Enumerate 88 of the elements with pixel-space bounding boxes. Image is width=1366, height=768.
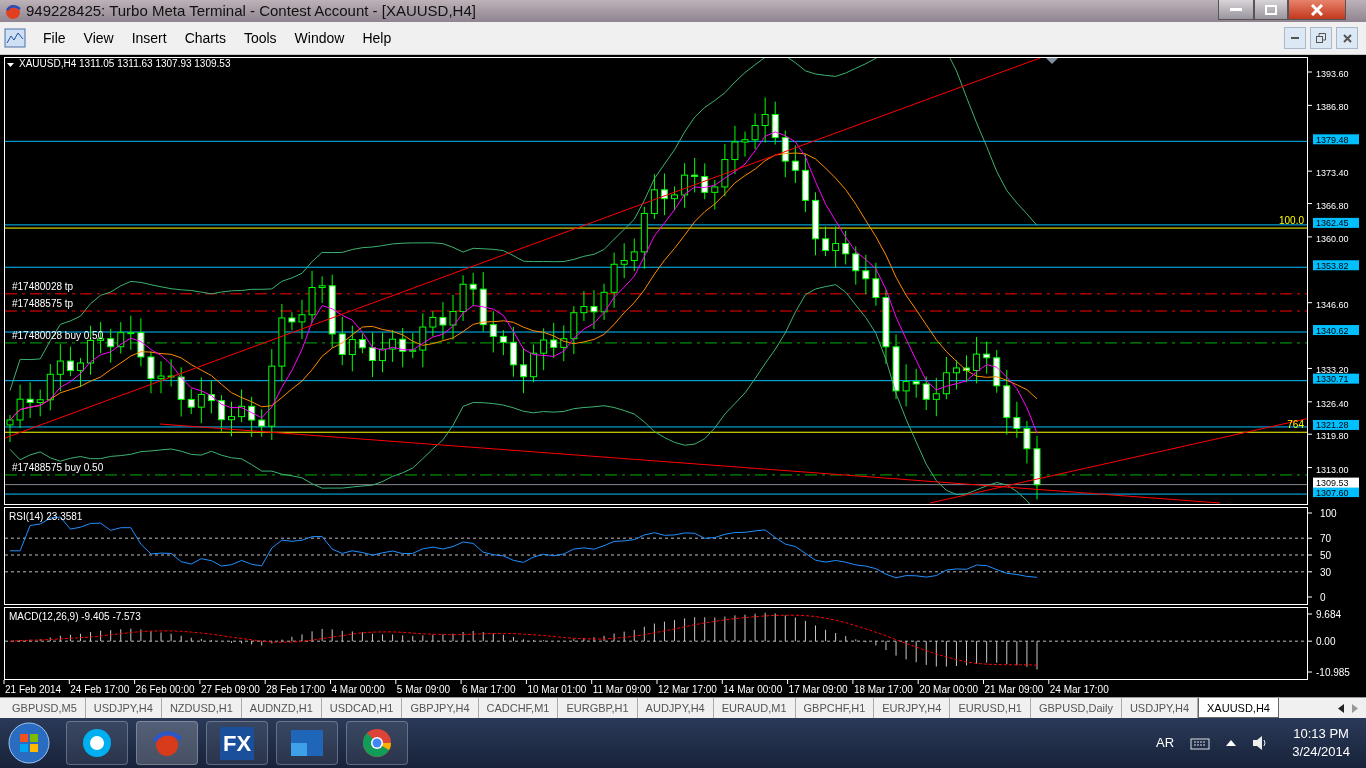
rsi-axis-label: 70	[1320, 533, 1332, 545]
price-axis-label: 1326.40	[1316, 398, 1349, 409]
order-label: #17480028 tp	[12, 280, 74, 292]
rsi-axis-label: 0	[1320, 592, 1326, 603]
app-icon	[4, 2, 22, 20]
macd-axis-label: 9.684	[1316, 609, 1342, 620]
clock-date: 3/24/2014	[1292, 743, 1350, 761]
start-button[interactable]	[8, 722, 50, 764]
close-icon	[1311, 3, 1323, 16]
window-tile-icon	[290, 729, 324, 757]
window-title: 949228425: Turbo Meta Terminal - Contest Account - [XAUUSD,H4]	[26, 0, 477, 21]
menu-item[interactable]: Charts	[175, 25, 235, 51]
minimize-icon	[1230, 7, 1242, 12]
chart-window-icon	[4, 27, 26, 49]
date-axis-label: 27 Feb 09:00	[200, 684, 260, 695]
price-axis-label: 1360.00	[1316, 233, 1349, 244]
indicator-label: MACD(12,26,9) -9.405 -7.573	[9, 611, 141, 622]
fibonacci-level-label: 100.0	[1278, 215, 1304, 227]
price-axis-label: 1386.80	[1316, 102, 1349, 113]
chart-header: XAUUSD,H4 1311.05 1311.63 1307.93 1309.53	[19, 58, 231, 69]
macd-axis-label: -10.985	[1316, 667, 1350, 678]
date-axis-label: 26 Feb 00:00	[135, 684, 195, 695]
clock-time: 10:13 PM	[1293, 725, 1349, 743]
date-axis-label: 18 Mar 17:00	[853, 684, 913, 695]
price-tag: 1353.82	[1313, 260, 1359, 271]
menu-item[interactable]: Help	[353, 25, 401, 51]
chart-tab[interactable]: XAUUSD,H4	[1198, 698, 1279, 718]
price-axis-label: 1393.60	[1316, 69, 1349, 79]
dropdown-icon	[7, 63, 14, 67]
restore-icon	[1316, 33, 1326, 43]
date-axis-label: 5 Mar 09:00	[396, 684, 451, 695]
maximize-button[interactable]	[1254, 0, 1288, 20]
minimize-icon	[1291, 36, 1299, 40]
minimize-button[interactable]	[1218, 0, 1254, 20]
date-axis-label: 12 Mar 17:00	[658, 684, 717, 695]
restore-button[interactable]	[1310, 27, 1332, 49]
price-axis-label: 1366.80	[1316, 200, 1349, 211]
close-button[interactable]	[1336, 27, 1358, 49]
close-button[interactable]	[1288, 0, 1346, 20]
taskbar-app-button[interactable]	[346, 721, 408, 765]
price-tag: 1330.71	[1313, 373, 1359, 385]
date-axis-label: 28 Feb 17:00	[266, 684, 326, 695]
date-axis-label: 24 Mar 17:00	[1049, 684, 1109, 695]
rsi-axis-label: 100	[1320, 508, 1337, 519]
speaker-icon[interactable]	[1252, 735, 1269, 751]
date-axis-label: 4 Mar 00:00	[331, 684, 385, 695]
rsi-axis-label: 50	[1320, 550, 1332, 561]
price-axis-label: 1319.80	[1316, 431, 1349, 442]
menu-item[interactable]: Window	[285, 25, 354, 51]
language-indicator[interactable]: AR	[1156, 733, 1175, 753]
order-label: #17488575 tp	[12, 298, 74, 309]
date-axis-label: 11 Mar 09:00	[592, 684, 651, 695]
price-tag: 1362.45	[1313, 217, 1359, 229]
price-axis-label: 1373.40	[1316, 168, 1349, 179]
date-axis-label: 24 Feb 17:00	[70, 684, 130, 695]
show-hidden-icons-icon[interactable]	[1226, 740, 1237, 746]
keyboard-icon[interactable]	[1190, 736, 1211, 750]
close-icon	[1342, 33, 1352, 43]
minimize-button[interactable]	[1284, 27, 1306, 49]
date-axis-label: 6 Mar 17:00	[462, 684, 516, 695]
menu-item[interactable]: File	[34, 25, 75, 51]
order-label: #17488575 buy 0.50	[12, 461, 104, 473]
browser-icon	[361, 727, 393, 759]
taskbar-app-button[interactable]: FX	[206, 721, 268, 765]
price-tag: 1321.28	[1313, 419, 1359, 431]
price-axis-label: 1333.20	[1316, 365, 1349, 376]
date-axis-label: 21 Feb 2014	[5, 684, 62, 695]
indicator-label: RSI(14) 23.3581	[9, 511, 83, 522]
chart-shift-icon[interactable]	[1046, 58, 1058, 64]
date-axis-label: 17 Mar 09:00	[788, 684, 848, 695]
price-axis-label: 1313.00	[1316, 464, 1349, 475]
date-axis-label: 10 Mar 01:00	[527, 684, 587, 695]
maximize-icon	[1265, 4, 1277, 15]
menu-item[interactable]: View	[74, 25, 123, 51]
bid-price-tag: 1309.53	[1313, 477, 1359, 489]
price-tag: 1340.62	[1313, 325, 1359, 336]
taskbar-app-button[interactable]	[66, 721, 128, 765]
menu-item[interactable]: Tools	[234, 25, 286, 51]
macd-axis-label: 0.00	[1316, 636, 1336, 648]
price-tag: 1379.48	[1313, 134, 1359, 145]
price-axis-label: 1346.60	[1316, 299, 1349, 310]
fx-logo: FX	[219, 726, 255, 760]
date-axis-label: 14 Mar 00:00	[723, 684, 783, 695]
date-axis-label: 21 Mar 09:00	[984, 684, 1044, 695]
menu-item[interactable]: Insert	[122, 25, 176, 51]
date-axis-label: 20 Mar 00:00	[919, 684, 979, 695]
scroll-left-icon[interactable]	[1338, 703, 1344, 713]
rsi-axis-label: 30	[1320, 566, 1332, 578]
